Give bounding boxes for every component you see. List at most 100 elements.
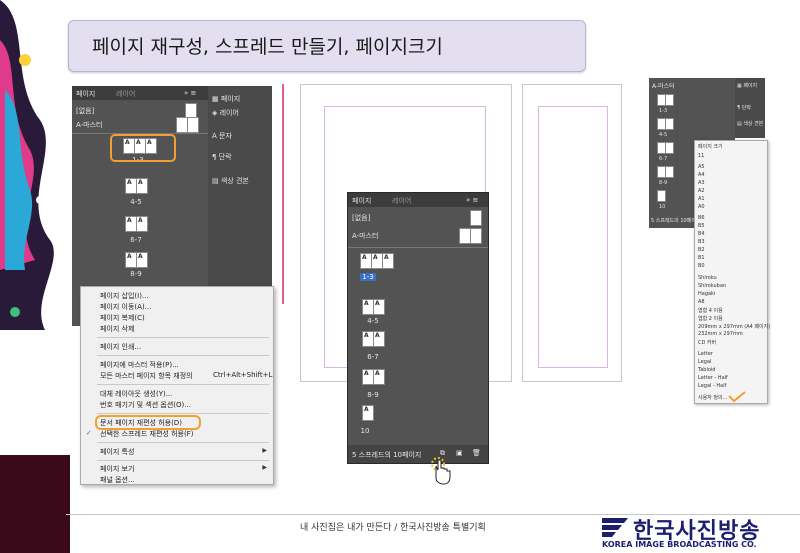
menu-item-apply-master[interactable]: 페이지에 마스터 적용(P)...: [100, 360, 179, 370]
page-size-option[interactable]: Letter: [698, 351, 713, 357]
tab-layers[interactable]: 레이어: [116, 89, 135, 99]
page-thumb-7[interactable]: A: [136, 216, 148, 232]
spread-label: 6-7: [659, 156, 668, 162]
side-item-paragraph[interactable]: ¶ 단락: [737, 104, 751, 111]
spread-label: 4-5: [367, 317, 379, 325]
spread-label: 10: [360, 427, 370, 435]
page-size-option[interactable]: Letter - Half: [698, 375, 728, 381]
page-size-option[interactable]: Hagaki: [698, 291, 715, 297]
page-size-option[interactable]: A4: [698, 172, 705, 178]
page-size-option[interactable]: Shiroku: [698, 275, 717, 281]
page-size-option[interactable]: 엽함 4 이용: [698, 307, 723, 314]
menu-separator: [97, 355, 269, 356]
pages-panel-middle: 페이지 레이어 » ≡ [없음] A-마스터 A A A 1-3 A A 4-5…: [347, 192, 489, 464]
page-thumb-9[interactable]: A: [136, 252, 148, 268]
none-master-thumb[interactable]: [470, 210, 482, 226]
page-size-option[interactable]: A0: [698, 204, 705, 210]
page-size-option[interactable]: B4: [698, 231, 705, 237]
panel-menu-icon[interactable]: » ≡: [184, 89, 196, 97]
page-size-option[interactable]: B3: [698, 239, 705, 245]
page-size-option[interactable]: A5: [698, 164, 705, 170]
tab-pages[interactable]: 페이지: [76, 89, 95, 99]
page-size-option-custom[interactable]: 사용자 정의...: [698, 394, 727, 401]
menu-item-move-pages[interactable]: 페이지 이동(A)...: [100, 302, 151, 312]
panel-status-bar: 5 스프레드의 10페이지 ⧉ ▣ 🗑: [348, 445, 488, 463]
a-master-thumb-right[interactable]: [187, 117, 199, 133]
page-size-option[interactable]: A8: [698, 299, 705, 305]
page-size-option[interactable]: B5: [698, 223, 705, 229]
page-size-option[interactable]: 엽함 2 이용: [698, 315, 723, 322]
panel-menu-icon[interactable]: » ≡: [466, 196, 478, 204]
submenu-arrow-icon: ▶: [262, 464, 267, 471]
menu-item-panel-options[interactable]: 패널 옵션...: [100, 475, 135, 485]
spread-label: 8-9: [659, 180, 668, 186]
page-size-option[interactable]: CD 커버: [698, 339, 716, 346]
menu-item-view-pages[interactable]: 페이지 보기: [100, 464, 134, 474]
page-thumb[interactable]: [657, 190, 666, 202]
page-thumb-5[interactable]: A: [136, 178, 148, 194]
side-item-character[interactable]: A 문자: [212, 131, 232, 141]
side-panel-column: ▦ 페이지 ◈ 레이어 A 문자 ¶ 단락 ▤ 색상 견본: [208, 86, 272, 286]
tab-layers[interactable]: 레이어: [392, 196, 411, 206]
page-thumb-5[interactable]: A: [373, 299, 385, 315]
page-thumb-9[interactable]: A: [373, 369, 385, 385]
page-size-option[interactable]: Legal: [698, 359, 711, 365]
page-size-option[interactable]: B0: [698, 263, 705, 269]
menu-item-override-master[interactable]: 모든 마스터 페이지 항목 재정의: [100, 371, 193, 381]
none-master-label: [없음]: [76, 107, 95, 115]
page-thumb-7[interactable]: A: [373, 331, 385, 347]
page-size-option[interactable]: 209mm x 297mm (A4 페이지): [698, 323, 770, 330]
tab-pages[interactable]: 페이지: [352, 196, 371, 206]
menu-shortcut: Ctrl+Alt+Shift+L: [213, 371, 273, 379]
page-thumb[interactable]: [665, 142, 674, 154]
panel-tab-bar: 페이지 레이어 » ≡: [348, 193, 488, 207]
page-size-option[interactable]: B6: [698, 215, 705, 221]
menu-item-insert-pages[interactable]: 페이지 삽입(I)...: [100, 291, 149, 301]
spread-label: 4-5: [130, 198, 142, 206]
page-size-option[interactable]: Shirokuban: [698, 283, 726, 289]
status-text: 5 스프레드의 10페이지: [352, 451, 422, 459]
side-item-paragraph[interactable]: ¶ 단락: [212, 152, 232, 162]
page-size-option[interactable]: B2: [698, 247, 705, 253]
new-page-icon[interactable]: ▣: [456, 449, 463, 457]
logo-english: KOREA IMAGE BROADCASTING CO.: [602, 540, 757, 549]
side-item-swatches[interactable]: ▤ 색상 견본: [212, 176, 249, 186]
decorative-artwork: [0, 0, 70, 553]
none-master-label: [없음]: [352, 214, 371, 222]
page-thumb-3[interactable]: A: [382, 253, 394, 269]
page-size-header: 페이지 크기: [698, 144, 723, 150]
page-size-option[interactable]: A1: [698, 196, 705, 202]
menu-item-alternate-layout[interactable]: 대체 레이아웃 생성(Y)...: [100, 389, 172, 399]
page-thumb[interactable]: [665, 94, 674, 106]
side-item-pages[interactable]: ▦ 페이지: [737, 82, 757, 89]
page-size-option[interactable]: 11: [698, 153, 704, 159]
bleed-line: [282, 84, 284, 304]
pages-panel-context-menu: 페이지 삽입(I)... 페이지 이동(A)... 페이지 복제(C) 페이지 …: [80, 286, 274, 485]
page-thumb-10[interactable]: A: [362, 405, 374, 421]
footer-text: 내 사진집은 내가 만든다 / 한국사진방송 특별기획: [300, 523, 486, 533]
spread-highlight: [110, 134, 176, 162]
page-size-option[interactable]: B1: [698, 255, 705, 261]
submenu-arrow-icon: ▶: [262, 447, 267, 454]
page-size-option[interactable]: Tabloid: [698, 367, 715, 373]
menu-item-numbering-options[interactable]: 번호 매기기 및 섹션 옵션(O)...: [100, 400, 191, 410]
page-size-option[interactable]: A2: [698, 188, 705, 194]
page-size-option[interactable]: Legal - Half: [698, 383, 726, 389]
menu-item-page-attributes[interactable]: 페이지 특성: [100, 447, 134, 457]
side-item-layers[interactable]: ◈ 레이어: [212, 108, 239, 118]
spread-label: 1-3: [659, 108, 668, 114]
page-size-option[interactable]: 232mm x 297mm: [698, 331, 743, 337]
page-thumb[interactable]: [665, 118, 674, 130]
menu-item-delete-page[interactable]: 페이지 삭제: [100, 324, 134, 334]
a-master-label: A-마스터: [652, 83, 675, 90]
trash-icon[interactable]: 🗑: [472, 449, 481, 457]
menu-item-allow-spread-shuffle[interactable]: 선택한 스프레드 재편성 허용(F): [100, 429, 193, 439]
side-item-pages[interactable]: ▦ 페이지: [212, 94, 240, 104]
menu-item-duplicate-page[interactable]: 페이지 복제(C): [100, 313, 145, 323]
page-size-option[interactable]: A3: [698, 180, 705, 186]
page-thumb[interactable]: [665, 166, 674, 178]
side-item-swatches[interactable]: ▤ 색상 견본: [737, 120, 763, 127]
menu-item-print-page[interactable]: 페이지 인쇄...: [100, 342, 141, 352]
a-master-thumb-right[interactable]: [470, 228, 482, 244]
side-panel-column-right: ▦ 페이지 ¶ 단락 ▤ 색상 견본: [735, 78, 765, 138]
